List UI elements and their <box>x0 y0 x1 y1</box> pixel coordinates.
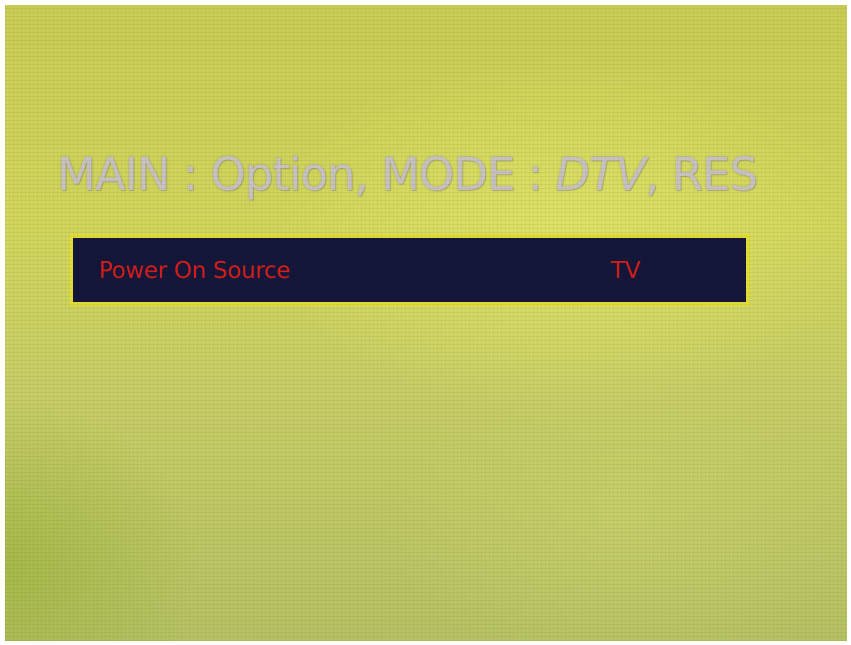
tv-screen: MAIN : Option, MODE : DTV, RES Power On … <box>5 5 847 641</box>
menu-item-value[interactable]: TV <box>611 258 641 284</box>
status-mode: DTV <box>555 148 646 201</box>
option-menu-panel: Power On Source TV <box>69 234 750 306</box>
status-suffix: , RES <box>645 148 758 201</box>
service-menu-status-line: MAIN : Option, MODE : DTV, RES <box>57 148 758 201</box>
status-prefix: MAIN : Option, MODE : <box>57 148 556 201</box>
menu-item-power-on-source[interactable]: Power On Source TV <box>73 238 746 302</box>
menu-item-label: Power On Source <box>99 258 291 284</box>
